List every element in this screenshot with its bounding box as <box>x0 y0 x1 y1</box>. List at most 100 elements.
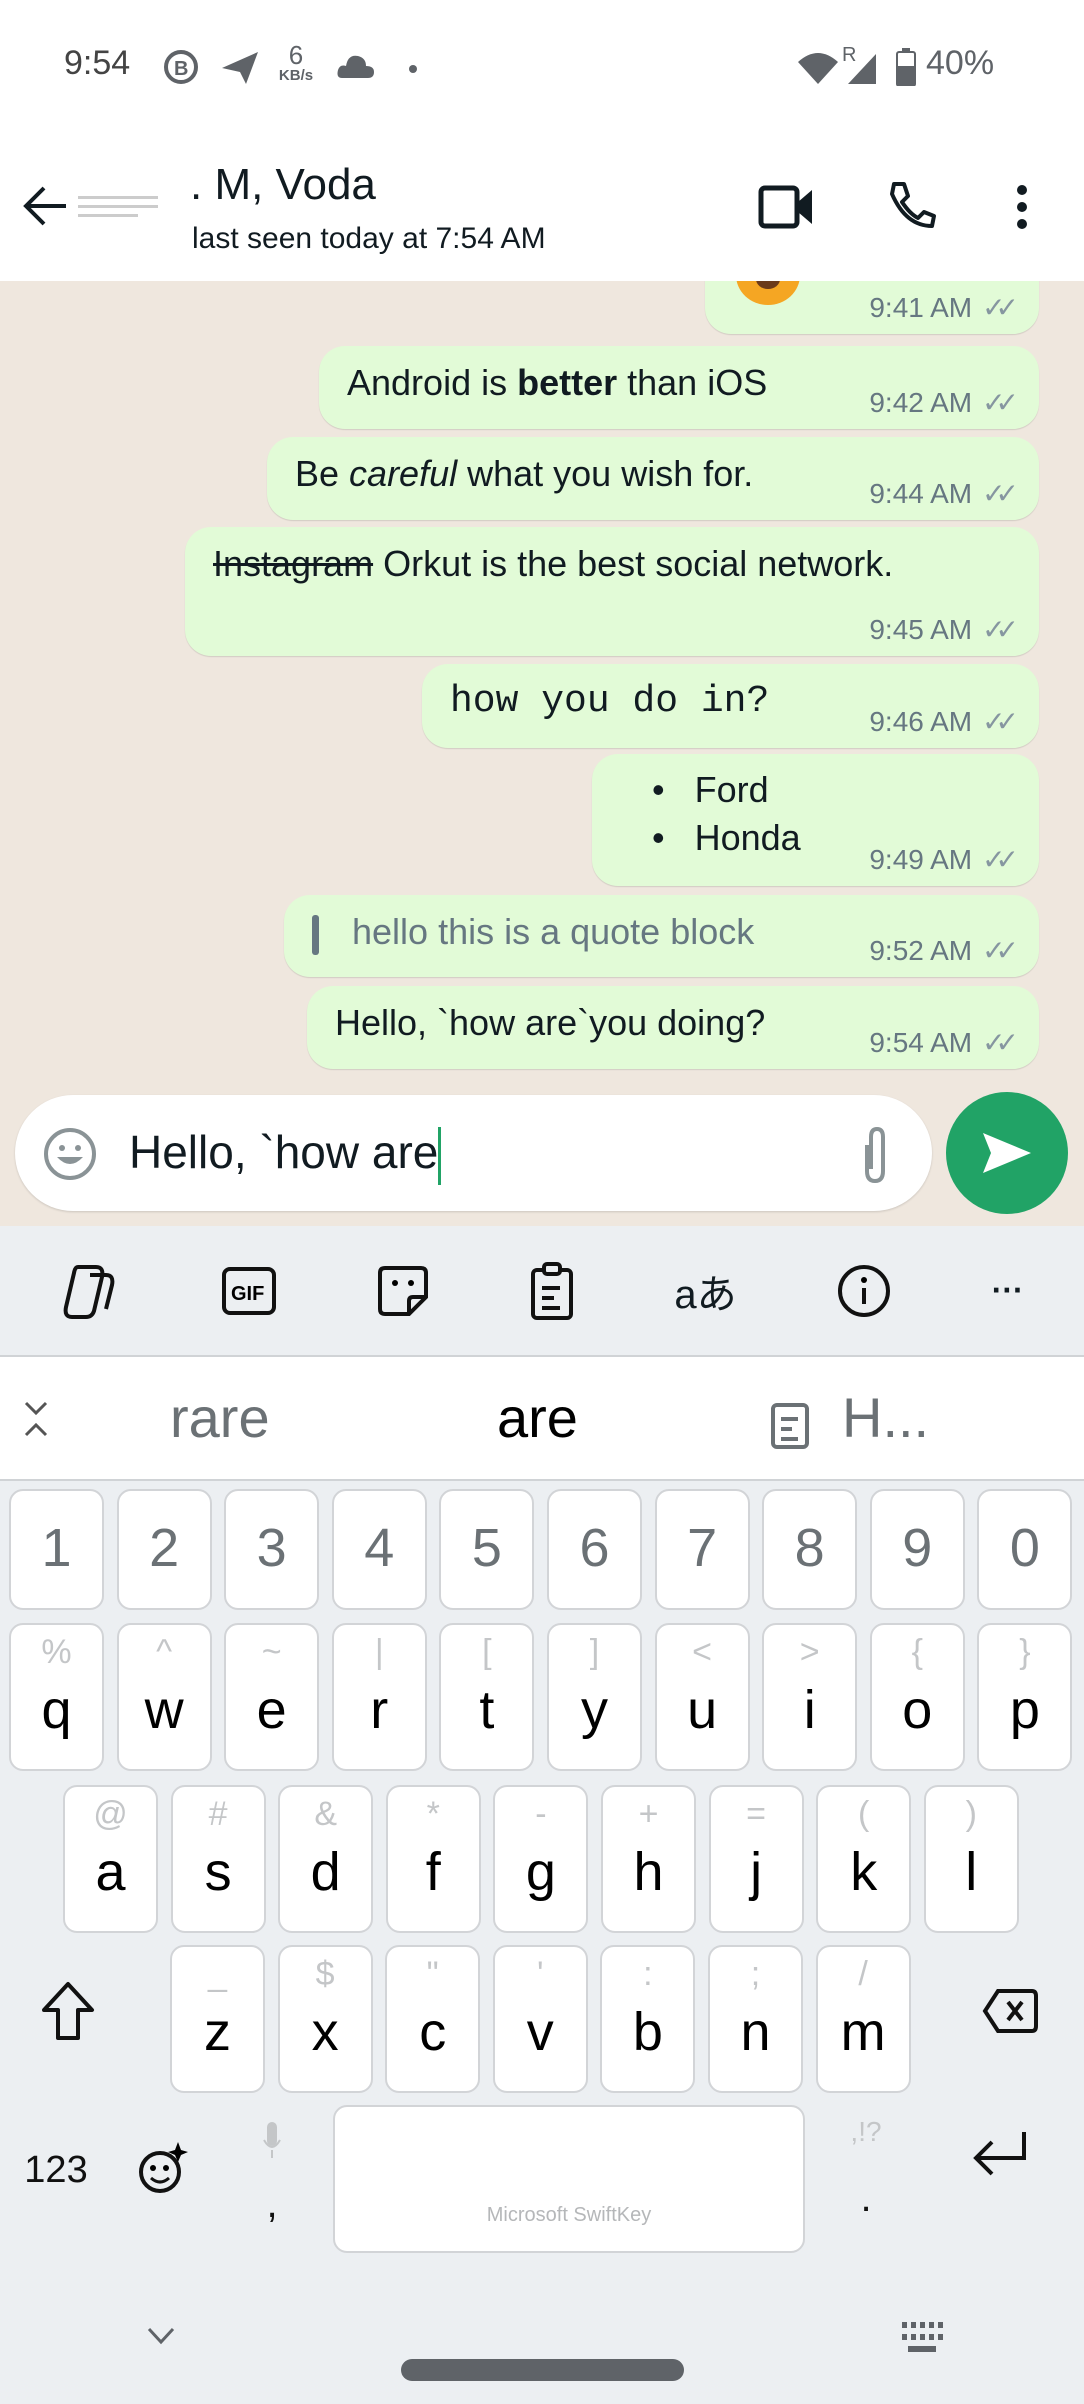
key-label: 2 <box>149 1518 180 1578</box>
key-alt-symbol: $ <box>315 1955 335 1993</box>
shift-icon[interactable] <box>40 1980 96 2042</box>
telegram-icon <box>222 52 258 84</box>
key-i[interactable]: > i <box>762 1623 858 1771</box>
message-bubble[interactable]: Instagram Orkut is the best social netwo… <box>185 527 1039 656</box>
key-k[interactable]: (k <box>816 1785 912 1933</box>
contact-name[interactable]: . M, Voda <box>190 160 376 210</box>
send-button[interactable] <box>946 1092 1068 1214</box>
key-g[interactable]: -g <box>493 1785 589 1933</box>
comma-key[interactable]: , <box>252 2182 292 2227</box>
message-time: 9:41 AM ✓✓ <box>869 292 1019 323</box>
key-1[interactable]: 1 <box>9 1489 104 1610</box>
key-e[interactable]: ~ e <box>224 1623 320 1771</box>
key-h[interactable]: + h <box>601 1785 696 1933</box>
phone-icon[interactable] <box>886 180 936 230</box>
key-f[interactable]: * f <box>385 1785 481 1933</box>
key-x[interactable]: $ x <box>277 1945 373 2093</box>
key-alt-symbol: : <box>643 1955 653 1993</box>
key-r[interactable]: | r <box>331 1623 427 1771</box>
hide-keyboard-chevron-icon[interactable] <box>146 2326 176 2346</box>
more-vert-icon[interactable] <box>1014 184 1030 230</box>
message-time: 9:45 AM ✓✓ <box>869 614 1019 645</box>
emoji-ai-key-icon[interactable] <box>138 2140 188 2196</box>
signal-icon <box>848 54 876 84</box>
key-m[interactable]: / m <box>815 1945 911 2093</box>
key-p[interactable]: } p <box>977 1623 1073 1771</box>
message-bubble[interactable]: • Ford • Honda 9:49 AM ✓✓ <box>592 754 1039 886</box>
key-8[interactable]: 8 <box>762 1489 858 1610</box>
key-b[interactable]: :b <box>600 1945 696 2093</box>
key-q[interactable]: % q <box>9 1623 104 1771</box>
read-ticks-icon: ✓✓ <box>982 478 1019 509</box>
keyboard: GIF aあ ··· rare are H... 1 2 3 4 5 6 7 8 9 0% q ^ w ~… <box>0 1226 1084 2404</box>
key-v[interactable]: ' v <box>492 1945 588 2093</box>
message-text: Hello, `how are`you doing? <box>335 1002 766 1043</box>
back-arrow-icon[interactable] <box>22 184 68 228</box>
key-alt-symbol: # <box>208 1795 228 1833</box>
key-4[interactable]: 4 <box>331 1489 427 1610</box>
message-bubble[interactable]: Be careful what you wish for. 9:44 AM ✓✓ <box>267 437 1039 520</box>
key-c[interactable]: " c <box>385 1945 481 2093</box>
attach-icon[interactable] <box>857 1125 893 1185</box>
key-7[interactable]: 7 <box>654 1489 750 1610</box>
message-bubble[interactable]: hello this is a quote block 9:52 AM ✓✓ <box>284 895 1039 977</box>
key-2[interactable]: 2 <box>116 1489 212 1610</box>
avatar[interactable] <box>78 178 162 234</box>
key-9[interactable]: 9 <box>869 1489 965 1610</box>
message-text: Android is better than iOS <box>347 362 768 403</box>
key-label: 0 <box>1009 1518 1040 1578</box>
quote-bar <box>312 915 319 955</box>
key-alt-symbol: | <box>374 1633 384 1671</box>
key-alt-symbol: - <box>535 1795 547 1833</box>
key-alt-symbol: > <box>799 1633 820 1671</box>
svg-text:B: B <box>174 58 188 80</box>
read-ticks-icon: ✓✓ <box>982 844 1019 875</box>
key-t[interactable]: [t <box>439 1623 535 1771</box>
key-u[interactable]: < u <box>654 1623 750 1771</box>
message-bubble[interactable]: Hello, `how are`you doing? 9:54 AM ✓✓ <box>307 986 1039 1069</box>
key-s[interactable]: # s <box>170 1785 266 1933</box>
message-bubble[interactable]: how you do in? 9:46 AM ✓✓ <box>422 664 1039 748</box>
emoji-icon[interactable] <box>43 1127 97 1181</box>
punctuation-alt: ,!? <box>850 2116 882 2147</box>
message-bubble[interactable]: Android is better than iOS 9:42 AM ✓✓ <box>319 346 1039 429</box>
wifi-icon <box>798 53 838 84</box>
key-3[interactable]: 3 <box>224 1489 320 1610</box>
numbers-mode-key[interactable]: 123 <box>20 2149 92 2192</box>
key-6[interactable]: 6 <box>547 1489 642 1610</box>
message-bubble[interactable]: 9:41 AM ✓✓ <box>705 281 1039 334</box>
message-input-text[interactable]: Hello, `how are <box>129 1125 442 1185</box>
key-z[interactable]: _ z <box>170 1945 265 2093</box>
key-l[interactable]: ) l <box>923 1785 1019 1933</box>
key-alt-symbol: ^ <box>156 1633 173 1671</box>
message-time: 9:42 AM ✓✓ <box>869 387 1019 418</box>
key-y[interactable]: ] y <box>547 1623 642 1771</box>
key-label: 4 <box>364 1518 395 1578</box>
key-d[interactable]: & d <box>278 1785 374 1933</box>
chat-area[interactable]: 9:41 AM ✓✓ Android is better than iOS 9:4… <box>0 281 1084 1226</box>
home-gesture-bar[interactable] <box>401 2359 684 2381</box>
key-0[interactable]: 0 <box>977 1489 1073 1610</box>
key-label: p <box>1009 1680 1040 1740</box>
key-j[interactable]: = j <box>708 1785 804 1933</box>
key-5[interactable]: 5 <box>439 1489 535 1610</box>
key-alt-symbol: + <box>638 1795 659 1833</box>
period-key[interactable]: . <box>846 2176 886 2221</box>
key-label: 9 <box>902 1518 933 1578</box>
key-label: k <box>850 1842 878 1902</box>
read-ticks-icon: ✓✓ <box>982 706 1019 737</box>
key-a[interactable]: @ a <box>63 1785 158 1933</box>
keyboard-switch-icon[interactable] <box>900 2320 944 2356</box>
message-time: 9:52 AM ✓✓ <box>869 935 1019 966</box>
backspace-icon[interactable] <box>982 1988 1038 2034</box>
message-input[interactable]: Hello, `how are <box>15 1095 932 1211</box>
key-label: t <box>479 1680 495 1740</box>
enter-icon[interactable] <box>972 2130 1028 2176</box>
message-time: 9:46 AM ✓✓ <box>869 706 1019 737</box>
key-n[interactable]: ; n <box>708 1945 803 2093</box>
key-o[interactable]: {o <box>869 1623 965 1771</box>
key-w[interactable]: ^ w <box>116 1623 212 1771</box>
key-label: y <box>581 1680 608 1740</box>
space-key[interactable]: Microsoft SwiftKey <box>333 2105 805 2253</box>
video-call-icon[interactable] <box>758 184 814 230</box>
